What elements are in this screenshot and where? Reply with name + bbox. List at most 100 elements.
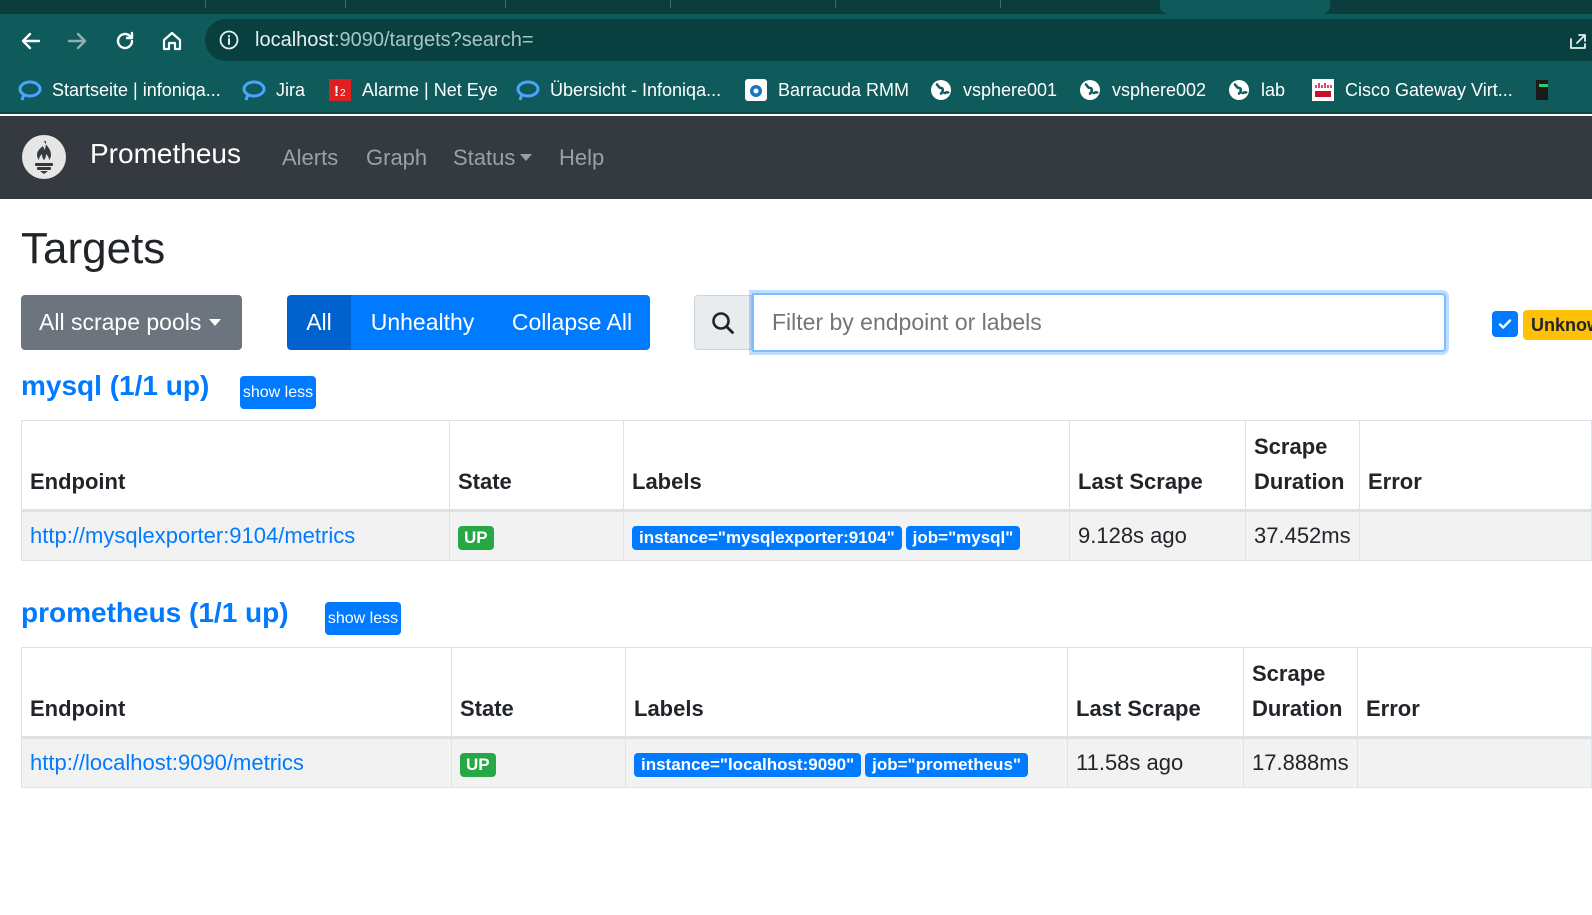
collapse-all-button[interactable]: Collapse All: [494, 295, 650, 350]
search-input[interactable]: [752, 293, 1446, 352]
targets-table-mysql: Endpoint State Labels Last Scrape Scrape…: [21, 420, 1592, 561]
search-addon: [694, 295, 752, 350]
column-header-last-scrape: Last Scrape: [1069, 420, 1246, 512]
search-group: [694, 293, 1446, 352]
bookmark-startseite[interactable]: Startseite | infoniqa...: [18, 76, 221, 104]
tab-divider: [505, 0, 506, 8]
state-cell: UP: [451, 737, 626, 788]
browser-tab-strip: [0, 0, 1592, 14]
pool-title-mysql[interactable]: mysql (1/1 up): [21, 370, 209, 402]
bookmark-overflow[interactable]: [1532, 76, 1556, 104]
label-badge: job="prometheus": [865, 752, 1028, 777]
label-badge: instance="mysqlexporter:9104": [632, 525, 902, 550]
bookmark-label: lab: [1261, 79, 1286, 100]
show-less-button[interactable]: show less: [240, 376, 316, 409]
tab-divider: [345, 0, 346, 8]
scrape-duration-cell: 37.452ms: [1245, 510, 1360, 561]
column-header-error: Error: [1359, 420, 1592, 512]
bookmark-uebersicht[interactable]: Übersicht - Infoniqa...: [516, 76, 721, 104]
unknown-checkbox[interactable]: [1492, 311, 1518, 337]
scrape-duration-cell: 17.888ms: [1243, 737, 1358, 788]
reload-button[interactable]: [110, 26, 140, 56]
column-header-endpoint: Endpoint: [21, 420, 450, 512]
bookmark-neteye[interactable]: ! 2 Alarme | Net Eye: [328, 76, 498, 104]
label-badge: job="mysql": [905, 525, 1021, 550]
nav-help[interactable]: Help: [559, 145, 604, 171]
caret-down-icon: [209, 319, 222, 326]
column-header-endpoint: Endpoint: [21, 647, 452, 739]
check-icon: [1498, 319, 1512, 329]
table-row: http://localhost:9090/metrics UP instanc…: [21, 737, 1592, 788]
bookmark-vsphere002[interactable]: vsphere002: [1078, 76, 1206, 104]
bookmark-cisco[interactable]: Cisco Gateway Virt...: [1311, 76, 1513, 104]
search-icon: [712, 311, 734, 334]
table-row: http://mysqlexporter:9104/metrics UP ins…: [21, 510, 1592, 561]
filter-unhealthy-button[interactable]: Unhealthy: [351, 295, 494, 350]
filter-button-group: All Unhealthy Collapse All: [287, 295, 650, 350]
nav-alerts[interactable]: Alerts: [282, 145, 338, 171]
labels-cell: instance="localhost:9090" job="prometheus…: [625, 737, 1068, 788]
nav-status-dropdown[interactable]: Status: [453, 145, 533, 171]
address-bar[interactable]: localhost:9090/targets?search=: [205, 19, 1592, 61]
state-cell: UP: [449, 510, 624, 561]
tab-divider: [1000, 0, 1001, 8]
table-header-row: Endpoint State Labels Last Scrape Scrape…: [21, 420, 1592, 512]
prometheus-logo-icon[interactable]: [21, 134, 67, 180]
label-badge: instance="localhost:9090": [634, 752, 862, 777]
globe-icon: [929, 78, 953, 102]
scrape-pools-label: All scrape pools: [39, 309, 202, 335]
home-button[interactable]: [157, 26, 187, 56]
share-icon[interactable]: [1568, 31, 1588, 51]
column-header-error: Error: [1357, 647, 1592, 739]
bookmark-barracuda[interactable]: Barracuda RMM: [744, 76, 909, 104]
browser-toolbar: localhost:9090/targets?search=: [0, 14, 1592, 68]
column-header-scrape-duration: Scrape Duration: [1243, 647, 1358, 739]
back-button[interactable]: [16, 26, 46, 56]
infoniqa-icon: [516, 78, 540, 102]
column-header-state: State: [451, 647, 626, 739]
bookmark-label: Jira: [276, 79, 306, 100]
brand-title[interactable]: Prometheus: [90, 138, 241, 170]
show-less-button[interactable]: show less: [325, 602, 401, 635]
tab-divider: [670, 0, 671, 8]
tab-divider: [835, 0, 836, 8]
bookmark-vsphere001[interactable]: vsphere001: [929, 76, 1057, 104]
svg-text:2: 2: [340, 88, 346, 99]
tab-divider: [205, 0, 206, 8]
bookmark-label: Barracuda RMM: [778, 79, 910, 100]
column-header-labels: Labels: [625, 647, 1068, 739]
column-header-scrape-duration: Scrape Duration: [1245, 420, 1360, 512]
site-info-icon[interactable]: [219, 30, 239, 50]
arrow-left-icon: [21, 32, 41, 50]
neteye-icon: ! 2: [328, 78, 352, 102]
unknown-state-badge: Unknown: [1523, 310, 1592, 340]
barracuda-icon: [744, 78, 768, 102]
forward-button[interactable]: [62, 26, 92, 56]
active-browser-tab[interactable]: [1160, 0, 1330, 14]
url-host: localhost: [255, 29, 334, 51]
column-header-state: State: [449, 420, 624, 512]
scrape-pools-dropdown[interactable]: All scrape pools: [21, 295, 242, 350]
nav-graph[interactable]: Graph: [366, 145, 427, 171]
bookmark-label: Alarme | Net Eye: [362, 79, 498, 100]
filter-all-button[interactable]: All: [287, 295, 351, 350]
pool-title-prometheus[interactable]: prometheus (1/1 up): [21, 597, 289, 629]
endpoint-link[interactable]: http://mysqlexporter:9104/metrics: [30, 523, 355, 548]
endpoint-cell: http://mysqlexporter:9104/metrics: [21, 510, 450, 561]
last-scrape-cell: 9.128s ago: [1069, 510, 1246, 561]
bookmark-jira[interactable]: Jira: [242, 76, 305, 104]
column-header-labels: Labels: [623, 420, 1070, 512]
url-text[interactable]: localhost:9090/targets?search=: [255, 29, 534, 52]
nav-status-label: Status: [453, 145, 516, 170]
targets-table-prometheus: Endpoint State Labels Last Scrape Scrape…: [21, 647, 1592, 788]
reload-icon: [116, 31, 134, 50]
endpoint-cell: http://localhost:9090/metrics: [21, 737, 452, 788]
svg-text:!: !: [334, 83, 339, 100]
state-badge: UP: [460, 752, 496, 777]
endpoint-link[interactable]: http://localhost:9090/metrics: [30, 750, 304, 775]
bookmark-lab[interactable]: lab: [1227, 76, 1285, 104]
url-path: :9090/targets?search=: [333, 29, 534, 51]
bookmark-label: Cisco Gateway Virt...: [1345, 79, 1513, 100]
state-badge: UP: [458, 525, 494, 550]
cisco-icon: [1311, 78, 1335, 102]
